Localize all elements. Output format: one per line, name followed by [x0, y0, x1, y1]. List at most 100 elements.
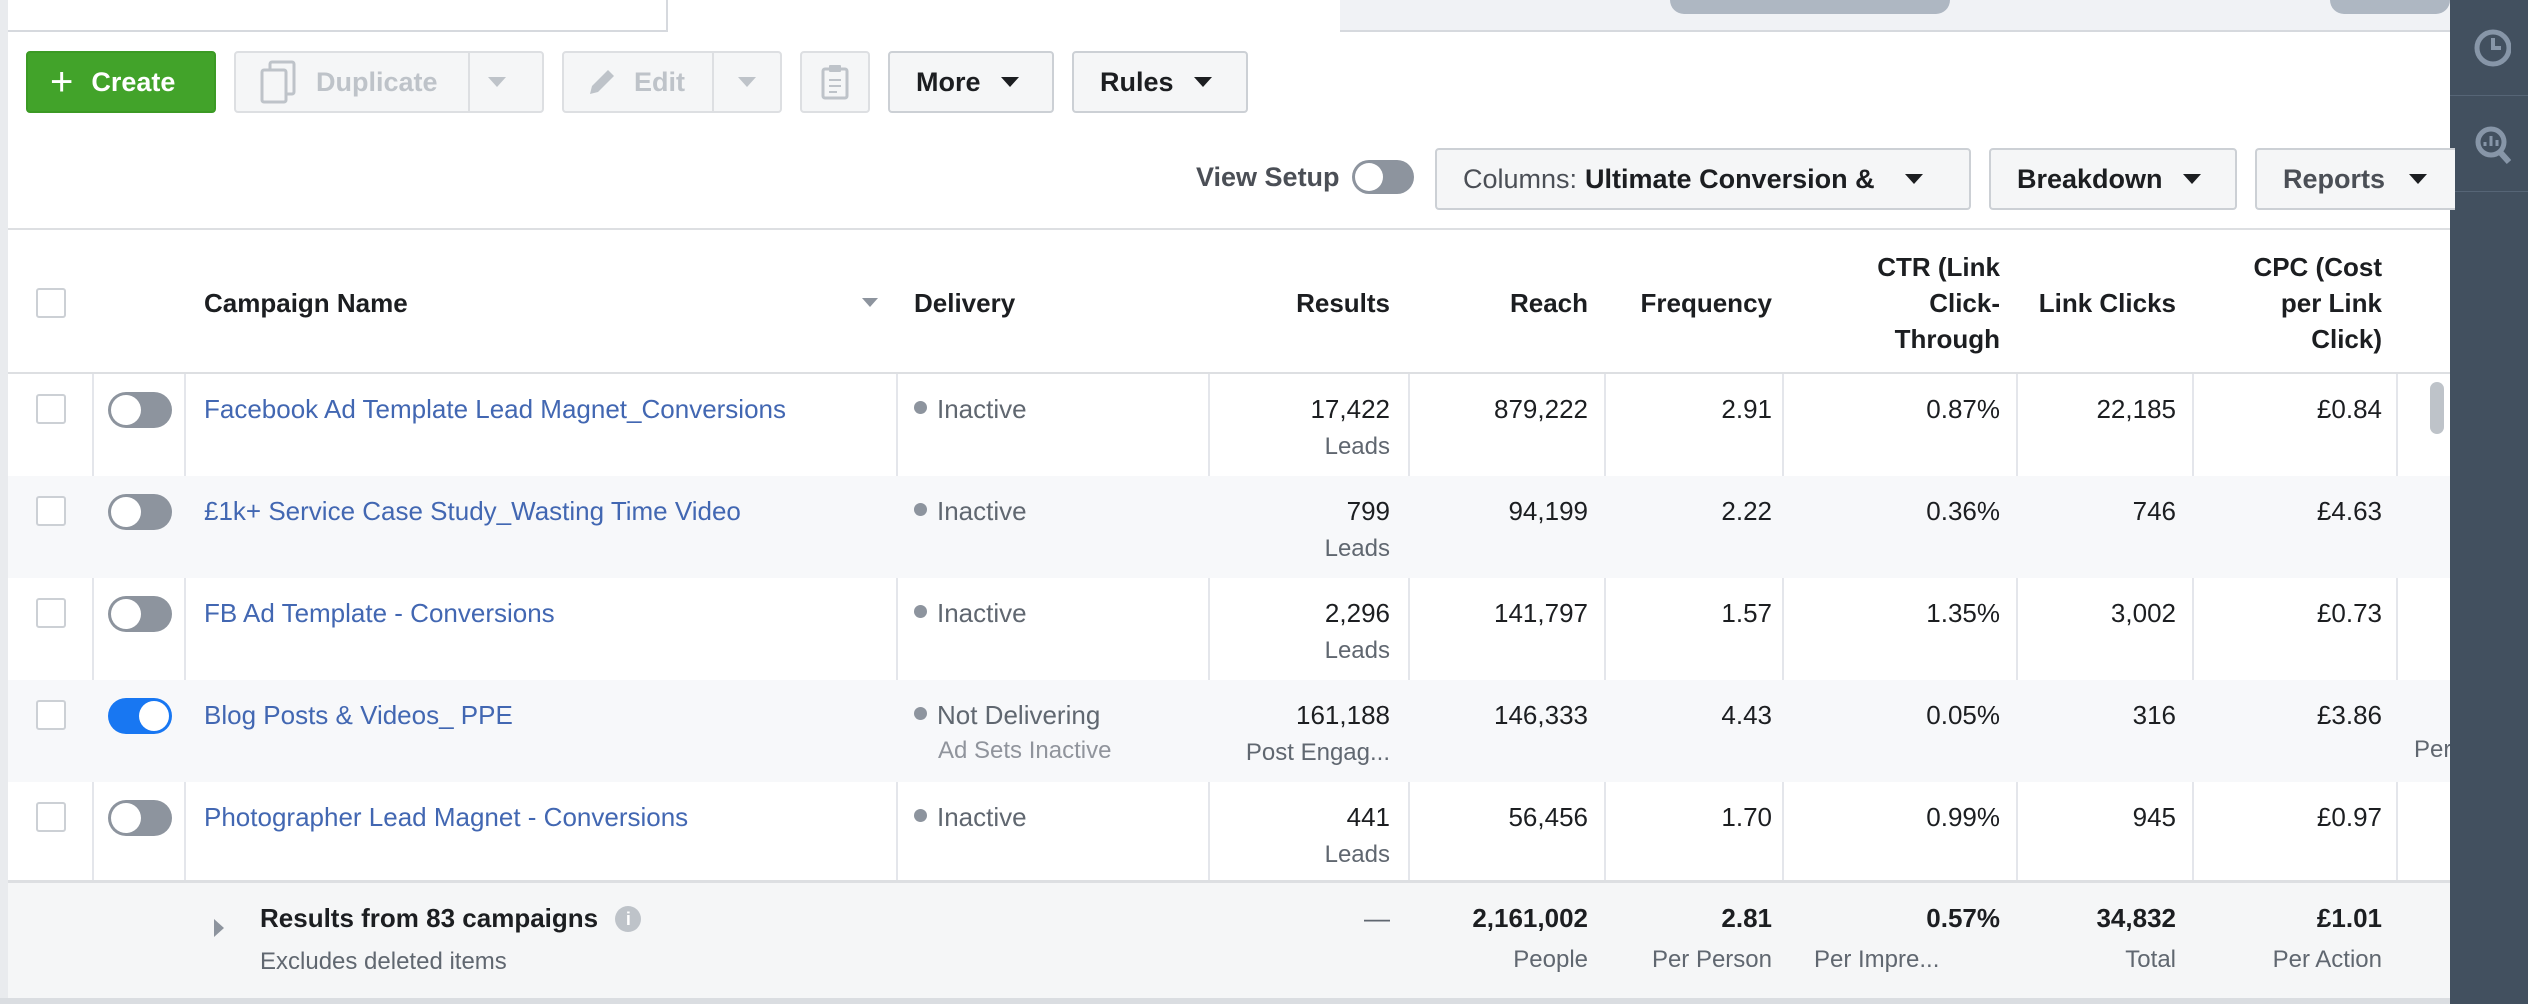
header-label: Frequency — [1640, 288, 1773, 318]
results-value: 17,422 — [1310, 394, 1390, 424]
campaign-name-link[interactable]: Blog Posts & Videos_ PPE — [204, 700, 513, 730]
duplicate-label: Duplicate — [316, 66, 438, 97]
campaign-name-link[interactable]: Facebook Ad Template Lead Magnet_Convers… — [204, 394, 786, 424]
view-setup-toggle[interactable] — [1351, 160, 1414, 194]
results-type: Leads — [1324, 535, 1390, 562]
campaign-name-link[interactable]: £1k+ Service Case Study_Wasting Time Vid… — [204, 496, 741, 526]
header-frequency[interactable]: Frequency — [1604, 230, 1773, 376]
frequency-cell: 2.91 — [1721, 394, 1772, 424]
header-reach[interactable]: Reach — [1408, 230, 1588, 376]
top-tab-left[interactable] — [0, 0, 668, 32]
table-row[interactable]: Blog Posts & Videos_ PPE Not Delivering Ad… — [8, 680, 2450, 782]
chevron-down-icon — [2182, 174, 2201, 184]
edit-split-button[interactable]: Edit — [562, 51, 782, 113]
table-row[interactable]: FB Ad Template - Conversions Inactive 2,29… — [8, 578, 2450, 680]
chevron-down-icon — [488, 77, 506, 87]
create-label: Create — [91, 66, 176, 97]
create-button[interactable]: + Create — [26, 51, 216, 113]
campaign-name-cell[interactable]: Blog Posts & Videos_ PPE — [204, 680, 884, 782]
results-value: 799 — [1346, 496, 1390, 526]
row-checkbox[interactable] — [36, 578, 66, 680]
truncated-cell — [2414, 578, 2450, 680]
campaign-toggle[interactable] — [108, 680, 172, 782]
columns-value: Ultimate Conversion & — [1585, 163, 1875, 194]
rules-button[interactable]: Rules — [1072, 51, 1248, 113]
link-clicks-cell: 3,002 — [2110, 598, 2176, 628]
duplicate-split-button[interactable]: Duplicate — [234, 51, 544, 113]
delivery-status: Inactive — [937, 598, 1027, 628]
clipboard-button[interactable] — [800, 51, 870, 113]
select-all-checkbox[interactable] — [36, 230, 66, 376]
cpc-cell: £3.86 — [2316, 700, 2382, 730]
edit-menu-caret[interactable] — [714, 53, 780, 111]
delivery-cell: Inactive — [914, 578, 1204, 680]
results-cell: 441 Leads — [1208, 782, 1390, 884]
delivery-status: Inactive — [937, 496, 1027, 526]
footer-subtitle: Excludes deleted items — [260, 948, 507, 975]
campaign-toggle[interactable] — [108, 578, 172, 680]
frequency-cell: 1.70 — [1721, 802, 1772, 832]
header-results[interactable]: Results — [1208, 230, 1390, 376]
results-value: 441 — [1346, 802, 1390, 832]
campaign-name-cell[interactable]: Facebook Ad Template Lead Magnet_Convers… — [204, 374, 884, 476]
status-dot-icon — [914, 503, 927, 516]
frequency-cell: 1.57 — [1721, 598, 1772, 628]
left-frame-edge — [0, 0, 8, 1004]
campaign-name-link[interactable]: Photographer Lead Magnet - Conversions — [204, 802, 688, 832]
vertical-scrollbar-thumb[interactable] — [2430, 382, 2444, 434]
columns-dropdown[interactable]: Columns: Ultimate Conversion & — [1435, 148, 1971, 210]
results-type: Leads — [1324, 637, 1390, 664]
top-tab-pill[interactable] — [1670, 0, 1950, 14]
results-cell: 2,296 Leads — [1208, 578, 1390, 680]
more-button[interactable]: More — [888, 51, 1054, 113]
footer-cpc: £1.01 Per Action — [2192, 903, 2382, 974]
footer-unit: Per Action — [2272, 946, 2382, 973]
campaign-name-cell[interactable]: FB Ad Template - Conversions — [204, 578, 884, 680]
campaign-name-link[interactable]: FB Ad Template - Conversions — [204, 598, 555, 628]
search-insights-icon[interactable] — [2450, 96, 2528, 192]
ctr-cell: 0.05% — [1926, 700, 2000, 730]
sort-caret-icon[interactable] — [862, 298, 878, 307]
reach-cell: 879,222 — [1494, 394, 1588, 424]
view-setup[interactable]: View Setup — [1196, 160, 1414, 194]
reach-cell: 146,333 — [1494, 700, 1588, 730]
row-checkbox[interactable] — [36, 476, 66, 578]
table-row[interactable]: Photographer Lead Magnet - Conversions In… — [8, 782, 2450, 884]
header-label: Results — [1296, 288, 1390, 318]
edit-button[interactable]: Edit — [564, 53, 714, 111]
delivery-cell: Not Delivering Ad Sets Inactive — [914, 680, 1204, 782]
header-label: Delivery — [914, 288, 1016, 318]
clock-icon[interactable] — [2450, 0, 2528, 96]
campaign-toggle[interactable] — [108, 782, 172, 884]
reports-dropdown[interactable]: Reports — [2255, 148, 2455, 210]
row-checkbox[interactable] — [36, 374, 66, 476]
table-row[interactable]: £1k+ Service Case Study_Wasting Time Vid… — [8, 476, 2450, 578]
campaign-toggle[interactable] — [108, 374, 172, 476]
reach-cell: 141,797 — [1494, 598, 1588, 628]
header-link-clicks[interactable]: Link Clicks — [2016, 230, 2176, 376]
results-cell: 17,422 Leads — [1208, 374, 1390, 476]
duplicate-button[interactable]: Duplicate — [236, 53, 470, 111]
results-type: Post Engag... — [1245, 739, 1390, 766]
footer-link-clicks: 34,832 Total — [2016, 903, 2176, 974]
delivery-status: Inactive — [937, 802, 1027, 832]
duplicate-menu-caret[interactable] — [470, 53, 524, 111]
truncated-cell — [2414, 782, 2450, 884]
header-delivery[interactable]: Delivery — [914, 230, 1204, 376]
top-tab-pill[interactable] — [2330, 0, 2450, 14]
campaign-name-cell[interactable]: Photographer Lead Magnet - Conversions — [204, 782, 884, 884]
row-checkbox[interactable] — [36, 782, 66, 884]
row-checkbox[interactable] — [36, 680, 66, 782]
table-row[interactable]: Facebook Ad Template Lead Magnet_Convers… — [8, 374, 2450, 476]
header-campaign-name[interactable]: Campaign Name — [204, 230, 896, 376]
truncated-cell — [2414, 476, 2450, 578]
cpc-cell: £0.97 — [2316, 802, 2382, 832]
header-cpc[interactable]: CPC (Cost per Link Click) — [2192, 230, 2382, 376]
expand-caret-icon[interactable] — [214, 919, 224, 937]
campaign-toggle[interactable] — [108, 476, 172, 578]
header-ctr[interactable]: CTR (Link Click- Through — [1782, 230, 2000, 376]
info-icon[interactable]: i — [615, 906, 642, 932]
reach-cell: 56,456 — [1508, 802, 1588, 832]
campaign-name-cell[interactable]: £1k+ Service Case Study_Wasting Time Vid… — [204, 476, 884, 578]
breakdown-dropdown[interactable]: Breakdown — [1989, 148, 2237, 210]
